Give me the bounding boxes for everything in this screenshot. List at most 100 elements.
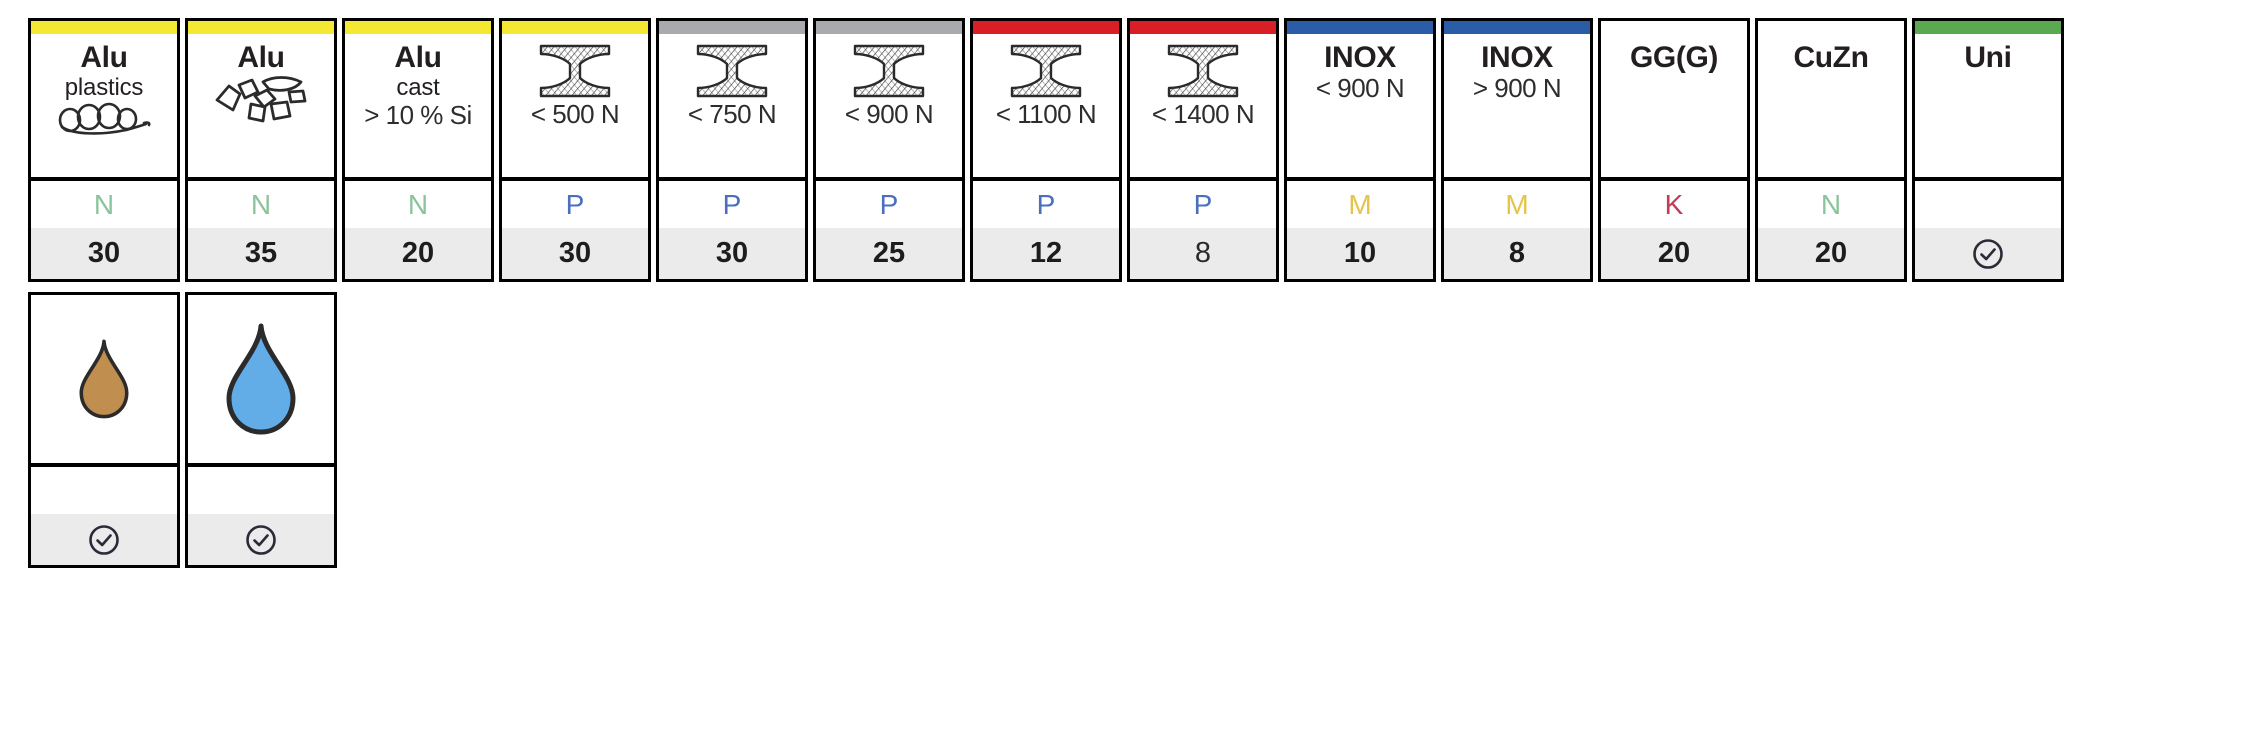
material-icon-wrap: [852, 42, 926, 100]
iso-group-letter: P: [659, 181, 805, 228]
card-color-bar: [1130, 21, 1276, 34]
material-card[interactable]: < 500 N P 30: [499, 18, 651, 282]
material-title: Alu: [394, 41, 442, 74]
capability-value: 30: [502, 228, 648, 279]
i-beam-icon: [1167, 44, 1239, 98]
coolant-letter: [31, 467, 177, 514]
material-title: Alu: [80, 41, 128, 74]
material-card[interactable]: INOX < 900 N M 10: [1284, 18, 1436, 282]
material-card[interactable]: Alu cast > 10 % Si N 20: [342, 18, 494, 282]
card-color-bar: [345, 21, 491, 34]
coolant-card[interactable]: [28, 292, 180, 568]
material-icon-wrap: [1166, 42, 1240, 100]
material-title: Alu: [237, 41, 285, 74]
capability-value: 25: [816, 228, 962, 279]
material-card[interactable]: Alu N 35: [185, 18, 337, 282]
material-condition: < 900 N: [844, 99, 934, 129]
card-header: < 900 N: [816, 34, 962, 181]
capability-value: 10: [1287, 228, 1433, 279]
card-header: Alu: [188, 34, 334, 181]
card-header: < 500 N: [502, 34, 648, 181]
capability-value: 35: [188, 228, 334, 279]
i-beam-icon: [696, 44, 768, 98]
material-condition: > 10 % Si: [364, 100, 472, 131]
material-title: INOX: [1481, 41, 1553, 74]
coolant-letter: [188, 467, 334, 514]
iso-group-letter: N: [31, 181, 177, 228]
material-card[interactable]: INOX > 900 NM8: [1441, 18, 1593, 282]
coolant-support-value: [188, 514, 334, 565]
material-icon-wrap: [56, 101, 152, 135]
material-card[interactable]: < 1100 N P 12: [970, 18, 1122, 282]
material-subtitle: plastics: [64, 73, 144, 101]
material-row: Alu plastics N 30 Alu N 35 Alu cast > 10 % Si N 2…: [28, 18, 2255, 282]
card-header: < 750 N: [659, 34, 805, 181]
capability-value: 8: [1444, 228, 1590, 279]
material-condition: < 750 N: [687, 99, 777, 129]
material-icon-wrap: [538, 42, 612, 100]
capability-value: 20: [345, 228, 491, 279]
material-title: INOX: [1324, 41, 1396, 74]
material-condition: < 500 N: [530, 99, 620, 129]
iso-group-letter: [1915, 181, 2061, 228]
card-header: INOX > 900 N: [1444, 34, 1590, 181]
material-card[interactable]: Alu plastics N 30: [28, 18, 180, 282]
coolant-card[interactable]: [185, 292, 337, 568]
iso-group-letter: M: [1444, 181, 1590, 228]
coolant-row: [28, 292, 2255, 568]
material-condition: > 900 N: [1472, 72, 1562, 103]
coolant-support-value: [31, 514, 177, 565]
material-card[interactable]: CuZn N 20: [1755, 18, 1907, 282]
capability-value: 30: [31, 228, 177, 279]
iso-group-letter: N: [345, 181, 491, 228]
material-title: GG(G): [1630, 41, 1718, 74]
card-header: GG(G): [1601, 34, 1747, 181]
material-card[interactable]: < 1400 N P8: [1127, 18, 1279, 282]
chip-spiral-icon: [58, 102, 151, 135]
capability-value: 8: [1130, 228, 1276, 279]
iso-group-letter: P: [816, 181, 962, 228]
material-title: CuZn: [1793, 41, 1869, 74]
iso-group-letter: N: [1758, 181, 1904, 228]
iso-group-letter: P: [502, 181, 648, 228]
material-capability-table: Alu plastics N 30 Alu N 35 Alu cast > 10 % Si N 2…: [0, 0, 2255, 740]
material-condition: < 900 N: [1315, 72, 1405, 103]
material-card[interactable]: GG(G) K 20: [1598, 18, 1750, 282]
iso-group-letter: K: [1601, 181, 1747, 228]
material-subtitle: cast: [396, 73, 440, 101]
material-icon-wrap: [695, 42, 769, 100]
material-card[interactable]: Uni: [1912, 18, 2064, 282]
material-card[interactable]: < 900 N P 25: [813, 18, 965, 282]
card-color-bar: [1287, 21, 1433, 34]
oil-droplet-icon: [79, 339, 129, 419]
card-header: < 1400 N: [1130, 34, 1276, 181]
iso-group-letter: P: [973, 181, 1119, 228]
capability-value: 20: [1758, 228, 1904, 279]
card-color-bar: [973, 21, 1119, 34]
capability-value: 30: [659, 228, 805, 279]
card-color-bar: [1601, 21, 1747, 34]
card-color-bar: [659, 21, 805, 34]
material-condition: < 1100 N: [995, 99, 1097, 129]
card-header: Alu plastics: [31, 34, 177, 181]
i-beam-icon: [853, 44, 925, 98]
card-color-bar: [1444, 21, 1590, 34]
capability-value: 20: [1601, 228, 1747, 279]
i-beam-icon: [1010, 44, 1082, 98]
material-condition: < 1400 N: [1151, 99, 1255, 129]
check-circle-icon: [89, 524, 119, 555]
iso-group-letter: P: [1130, 181, 1276, 228]
check-circle-icon: [246, 524, 276, 555]
card-header: < 1100 N: [973, 34, 1119, 181]
iso-group-letter: N: [188, 181, 334, 228]
emulsion-droplet-icon: [226, 323, 296, 435]
material-icon-wrap: [1009, 42, 1083, 100]
card-header: CuZn: [1758, 34, 1904, 181]
card-color-bar: [188, 21, 334, 34]
material-card[interactable]: < 750 N P 30: [656, 18, 808, 282]
material-icon-wrap: [211, 74, 311, 126]
card-color-bar: [1915, 21, 2061, 34]
check-circle-icon: [1973, 238, 2003, 269]
coolant-header: [31, 295, 177, 467]
card-header: Uni: [1915, 34, 2061, 181]
